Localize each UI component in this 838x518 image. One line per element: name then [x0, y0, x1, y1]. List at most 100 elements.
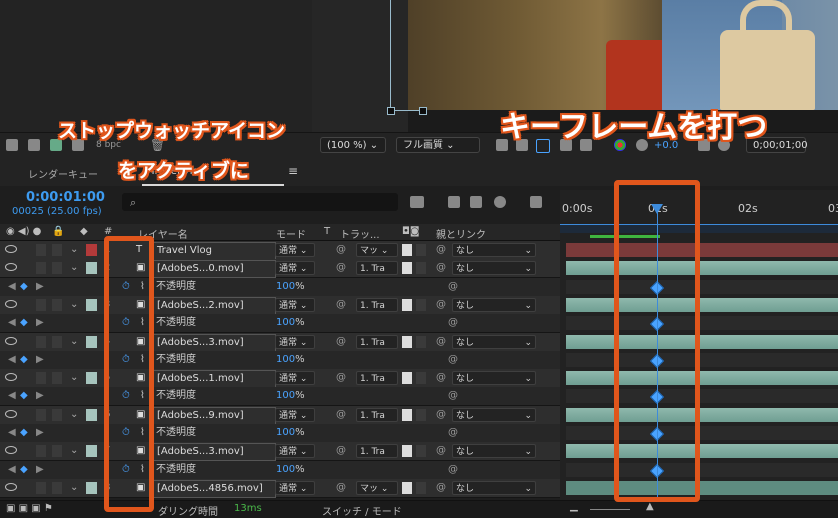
- prev-keyframe-icon[interactable]: ◀: [8, 314, 16, 332]
- parent-dropdown[interactable]: なし ⌄: [452, 444, 536, 458]
- visibility-eye-icon[interactable]: [5, 446, 17, 454]
- lock-switch[interactable]: [52, 262, 62, 274]
- frame-blending-icon[interactable]: [470, 196, 482, 208]
- property-track[interactable]: [566, 426, 838, 440]
- toggle-switch-mode-button[interactable]: スイッチ / モード: [322, 503, 402, 518]
- property-row[interactable]: ◀ ◆ ▶ ⏱ ⌇ 不透明度 100% @: [0, 351, 560, 370]
- property-value[interactable]: 100%: [276, 278, 305, 296]
- visibility-eye-icon[interactable]: [5, 410, 17, 418]
- layer-name[interactable]: [AdobeS...4856.mov]: [152, 480, 276, 498]
- property-track[interactable]: [566, 316, 838, 330]
- solo-switch[interactable]: [36, 445, 46, 457]
- layer-name[interactable]: [AdobeS...0.mov]: [152, 260, 276, 278]
- track-matte-dropdown[interactable]: マッ ⌄: [356, 243, 398, 257]
- matte-alpha-icon[interactable]: [402, 445, 412, 457]
- property-row[interactable]: ◀ ◆ ▶ ⏱ ⌇ 不透明度 100% @: [0, 278, 560, 297]
- expand-toggle-icon[interactable]: ⌄: [70, 333, 78, 351]
- expand-toggle-icon[interactable]: ⌄: [70, 406, 78, 424]
- keyframe-indicator-icon[interactable]: ◆: [20, 461, 28, 479]
- lock-switch[interactable]: [52, 409, 62, 421]
- expand-toggle-icon[interactable]: ⌄: [70, 296, 78, 314]
- parent-pickwhip-icon[interactable]: @: [436, 296, 446, 314]
- parent-pickwhip-icon[interactable]: @: [436, 406, 446, 424]
- lock-switch[interactable]: [52, 372, 62, 384]
- track-matte-dropdown[interactable]: 1. Tra ⌄: [356, 261, 398, 275]
- track-matte-dropdown[interactable]: 1. Tra ⌄: [356, 371, 398, 385]
- track-matte-dropdown[interactable]: 1. Tra ⌄: [356, 335, 398, 349]
- parent-dropdown[interactable]: なし ⌄: [452, 261, 536, 275]
- expand-toggle-icon[interactable]: ⌄: [70, 479, 78, 497]
- label-color-swatch[interactable]: [86, 409, 97, 421]
- layer-row[interactable]: ⌄2▣[AdobeS...0.mov]通常 ⌄@1. Tra ⌄@なし⌄: [0, 259, 560, 278]
- transform-handle[interactable]: [387, 107, 395, 115]
- zoom-in-icon[interactable]: ▲: [646, 501, 654, 512]
- solo-switch[interactable]: [36, 299, 46, 311]
- layer-duration-bar[interactable]: [566, 408, 838, 422]
- parent-pickwhip-icon[interactable]: @: [436, 259, 446, 277]
- zoom-dropdown[interactable]: (100 %) ⌄: [320, 137, 386, 153]
- zoom-out-icon[interactable]: ▁: [570, 501, 578, 512]
- blend-mode-dropdown[interactable]: 通常 ⌄: [275, 444, 315, 458]
- layer-name[interactable]: [AdobeS...2.mov]: [152, 297, 276, 315]
- property-row[interactable]: ◀ ◆ ▶ ⏱ ⌇ 不透明度 100% @: [0, 461, 560, 480]
- layer-row[interactable]: ⌄ 1 T Travel Vlog 通常 ⌄ @ マッ ⌄ @ なし ⌄: [0, 241, 560, 260]
- matte-alpha-icon[interactable]: [402, 409, 412, 421]
- keyframe-indicator-icon[interactable]: ◆: [20, 314, 28, 332]
- next-keyframe-icon[interactable]: ▶: [36, 424, 44, 442]
- layer-name[interactable]: [AdobeS...3.mov]: [152, 443, 276, 461]
- layer-duration-bar[interactable]: [566, 261, 838, 275]
- toggle-switches-icon[interactable]: ▣ ▣ ▣ ⚑: [6, 503, 53, 514]
- matte-alpha-icon[interactable]: [402, 244, 412, 256]
- blend-mode-dropdown[interactable]: 通常 ⌄: [275, 408, 315, 422]
- layer-duration-bar[interactable]: [566, 371, 838, 385]
- property-track[interactable]: [566, 280, 838, 294]
- layer-duration-bar[interactable]: [566, 243, 838, 257]
- keyframe-indicator-icon[interactable]: ◆: [20, 387, 28, 405]
- matte-invert-icon[interactable]: [416, 336, 426, 348]
- prev-keyframe-icon[interactable]: ◀: [8, 461, 16, 479]
- expand-toggle-icon[interactable]: ⌄: [70, 259, 78, 277]
- tab-render-queue[interactable]: レンダーキュー: [28, 166, 98, 181]
- layer-duration-bar[interactable]: [566, 444, 838, 458]
- layer-row[interactable]: ⌄6▣[AdobeS...9.mov]通常 ⌄@1. Tra ⌄@なし⌄: [0, 406, 560, 425]
- next-keyframe-icon[interactable]: ▶: [36, 387, 44, 405]
- lock-switch[interactable]: [52, 445, 62, 457]
- matte-alpha-icon[interactable]: [402, 262, 412, 274]
- prev-keyframe-icon[interactable]: ◀: [8, 351, 16, 369]
- property-track[interactable]: [566, 353, 838, 367]
- keyframe-indicator-icon[interactable]: ◆: [20, 424, 28, 442]
- keyframe-indicator-icon[interactable]: ◆: [20, 351, 28, 369]
- layer-name[interactable]: Travel Vlog: [152, 242, 276, 260]
- parent-pickwhip-icon[interactable]: @: [436, 241, 446, 259]
- matte-alpha-icon[interactable]: [402, 299, 412, 311]
- solo-switch[interactable]: [36, 409, 46, 421]
- label-color-swatch[interactable]: [86, 244, 97, 256]
- matte-invert-icon[interactable]: [416, 372, 426, 384]
- matte-invert-icon[interactable]: [416, 299, 426, 311]
- property-value[interactable]: 100%: [276, 461, 305, 479]
- column-mode[interactable]: モード: [276, 226, 306, 241]
- prev-keyframe-icon[interactable]: ◀: [8, 278, 16, 296]
- motion-blur-icon[interactable]: [494, 196, 506, 208]
- layer-row[interactable]: ⌄3▣[AdobeS...2.mov]通常 ⌄@1. Tra ⌄@なし⌄: [0, 296, 560, 315]
- keyframe-indicator-icon[interactable]: ◆: [20, 278, 28, 296]
- visibility-eye-icon[interactable]: [5, 483, 17, 491]
- parent-dropdown[interactable]: なし ⌄: [452, 481, 536, 495]
- layer-name[interactable]: [AdobeS...1.mov]: [152, 370, 276, 388]
- label-color-swatch[interactable]: [86, 372, 97, 384]
- blend-mode-dropdown[interactable]: 通常 ⌄: [275, 298, 315, 312]
- parent-dropdown[interactable]: なし ⌄: [452, 371, 536, 385]
- label-color-swatch[interactable]: [86, 262, 97, 274]
- solo-switch[interactable]: [36, 244, 46, 256]
- layer-row[interactable]: ⌄4▣[AdobeS...3.mov]通常 ⌄@1. Tra ⌄@なし⌄: [0, 333, 560, 352]
- parent-dropdown[interactable]: なし ⌄: [452, 335, 536, 349]
- expression-pickwhip-icon[interactable]: @: [448, 351, 458, 369]
- blend-mode-dropdown[interactable]: 通常 ⌄: [275, 481, 315, 495]
- column-track-matte[interactable]: トラッ...: [340, 226, 380, 241]
- expression-pickwhip-icon[interactable]: @: [448, 387, 458, 405]
- parent-dropdown[interactable]: なし ⌄: [452, 408, 536, 422]
- shy-layers-icon[interactable]: [448, 196, 460, 208]
- layer-duration-bar[interactable]: [566, 481, 838, 495]
- track-matte-dropdown[interactable]: 1. Tra ⌄: [356, 298, 398, 312]
- property-value[interactable]: 100%: [276, 387, 305, 405]
